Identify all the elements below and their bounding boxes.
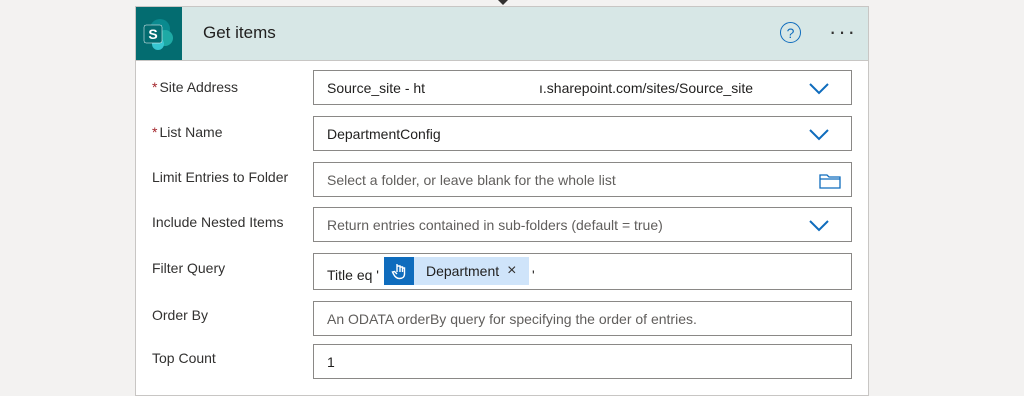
- limit-folder-label: Limit Entries to Folder: [152, 169, 289, 185]
- sharepoint-icon: S: [136, 7, 182, 60]
- top-count-input[interactable]: 1: [313, 344, 852, 379]
- order-by-label: Order By: [152, 307, 209, 323]
- limit-folder-input[interactable]: Select a folder, or leave blank for the …: [313, 162, 852, 197]
- filter-query-label: Filter Query: [152, 260, 226, 276]
- chevron-down-icon[interactable]: [809, 129, 829, 141]
- order-by-input[interactable]: An ODATA orderBy query for specifying th…: [313, 301, 852, 336]
- limit-folder-placeholder: Select a folder, or leave blank for the …: [327, 172, 616, 188]
- list-name-label: * List Name: [152, 124, 223, 140]
- top-count-value: 1: [327, 354, 335, 370]
- help-icon[interactable]: ?: [780, 22, 801, 43]
- nested-items-label: Include Nested Items: [152, 214, 284, 230]
- chevron-down-icon[interactable]: [809, 220, 829, 232]
- manual-trigger-icon: [384, 257, 414, 285]
- site-address-label: * Site Address: [152, 79, 239, 95]
- filter-query-suffix: ': [532, 267, 535, 283]
- filter-query-prefix: Title eq ': [327, 267, 379, 283]
- order-by-placeholder: An ODATA orderBy query for specifying th…: [327, 311, 697, 327]
- action-title: Get items: [203, 23, 276, 42]
- site-address-value-end: ı.sharepoint.com/sites/Source_site: [539, 80, 753, 96]
- chevron-down-icon[interactable]: [809, 83, 829, 95]
- nested-items-dropdown[interactable]: Return entries contained in sub-folders …: [313, 207, 852, 242]
- redacted-area: [428, 71, 526, 104]
- site-address-dropdown[interactable]: Source_site - ht ı.sharepoint.com/sites/…: [313, 70, 852, 105]
- token-label: Department: [426, 263, 500, 279]
- required-mark: *: [152, 124, 158, 140]
- folder-icon[interactable]: [819, 173, 841, 189]
- more-options-icon[interactable]: ···: [828, 19, 858, 44]
- remove-token-icon[interactable]: ×: [507, 262, 516, 280]
- filter-query-input[interactable]: Title eq ' Department × ': [313, 253, 852, 290]
- site-address-value-start: Source_site - ht: [327, 80, 426, 96]
- nested-items-placeholder: Return entries contained in sub-folders …: [327, 217, 663, 233]
- top-count-label: Top Count: [152, 350, 216, 366]
- dynamic-content-token[interactable]: Department ×: [384, 257, 529, 285]
- list-name-value: DepartmentConfig: [327, 126, 441, 142]
- get-items-action-card: S Get items ? ··· * Site Address Source_s…: [135, 6, 869, 396]
- required-mark: *: [152, 79, 158, 95]
- list-name-dropdown[interactable]: DepartmentConfig: [313, 116, 852, 151]
- action-header[interactable]: S Get items ? ···: [136, 7, 868, 61]
- svg-text:S: S: [148, 26, 157, 42]
